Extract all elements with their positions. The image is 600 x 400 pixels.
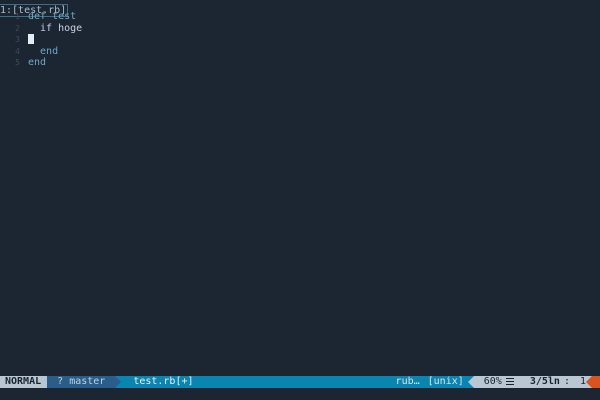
code-line: 1 def test [0,11,600,23]
line-text: def test [28,11,77,22]
line-number: 2 [15,23,20,33]
warning-indicator [586,376,600,388]
line-number: 4 [15,46,20,56]
code-line: 2 if hoge [0,23,600,35]
line-number: 1 [15,12,20,21]
git-branch: ? master [47,376,122,388]
editor-area[interactable]: 1 def test 2 if hoge 3 4 end 5 end [0,11,600,374]
line-number: 5 [15,58,20,67]
line-text: if hoge [28,22,83,34]
code-line: 4 end [0,46,600,58]
file-type: rub… [395,376,420,387]
scroll-percent: 60% [483,376,502,387]
branch-name: master [69,376,106,387]
mode-indicator: NORMAL [0,376,54,388]
line-text [28,34,34,46]
line-number: 3 [15,35,20,44]
file-name: test.rb[+] [133,376,194,387]
statusline: NORMAL ? master test.rb[+] rub… [unix] 6… [0,376,600,388]
position-section: 60% 3/5ln : 1 [473,376,592,388]
code-line: 3 [0,34,600,46]
hamburger-icon [505,376,530,388]
line-count: 3/5ln [529,376,560,387]
text-cursor [28,34,34,44]
line-text: end [28,57,47,68]
file-format: [unix] [427,376,464,387]
code-line: 5 end [0,57,600,69]
line-text: end [28,45,59,57]
column-separator: : [563,376,570,387]
branch-icon: ? [57,376,64,387]
